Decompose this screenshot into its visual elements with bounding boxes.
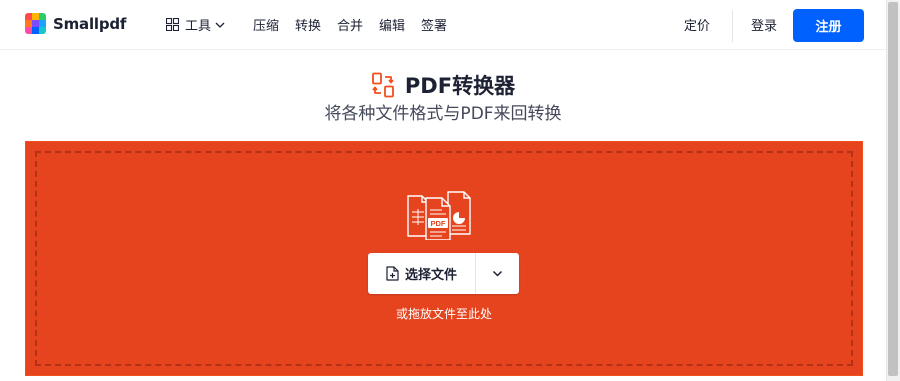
choose-file-label: 选择文件 [404,268,457,283]
top-navigation-bar: Smallpdf 工具 压缩 转换 合并 编辑 签署 定价 登录 注册 [0,0,886,50]
page-title: PDF转换器 [404,74,516,98]
chevron-down-icon [215,22,225,28]
nav-compress[interactable]: 压缩 [253,15,279,34]
choose-file-button[interactable]: 选择文件 [368,253,476,294]
signup-label: 注册 [815,20,842,35]
page-title-row: PDF转换器 [0,70,886,100]
tools-label: 工具 [185,19,212,34]
choose-file-button-group: 选择文件 [368,253,519,294]
header-divider [732,10,733,42]
signup-button[interactable]: 注册 [793,9,864,42]
pdf-badge: PDF [431,219,446,228]
chevron-down-icon [492,270,503,277]
drop-hint-text: 或拖放文件至此处 [395,307,492,321]
add-file-icon [386,266,399,281]
smallpdf-logo-icon [25,13,46,34]
convert-arrows-icon [372,72,394,98]
logo-text: Smallpdf [53,14,127,33]
nav-convert[interactable]: 转换 [295,15,321,34]
nav-sign[interactable]: 签署 [421,15,447,34]
grid-icon [166,18,179,31]
vertical-scrollbar-thumb[interactable] [888,2,898,376]
nav-merge[interactable]: 合并 [337,15,363,34]
nav-edit[interactable]: 编辑 [379,15,405,34]
files-icon: PDF [407,191,471,240]
tools-menu-button[interactable]: 工具 [166,15,225,34]
choose-file-options-button[interactable] [476,253,519,294]
logo[interactable]: Smallpdf [25,13,126,34]
pricing-link[interactable]: 定价 [684,15,710,34]
page-subtitle: 将各种文件格式与PDF来回转换 [324,104,562,124]
login-link[interactable]: 登录 [751,15,777,34]
